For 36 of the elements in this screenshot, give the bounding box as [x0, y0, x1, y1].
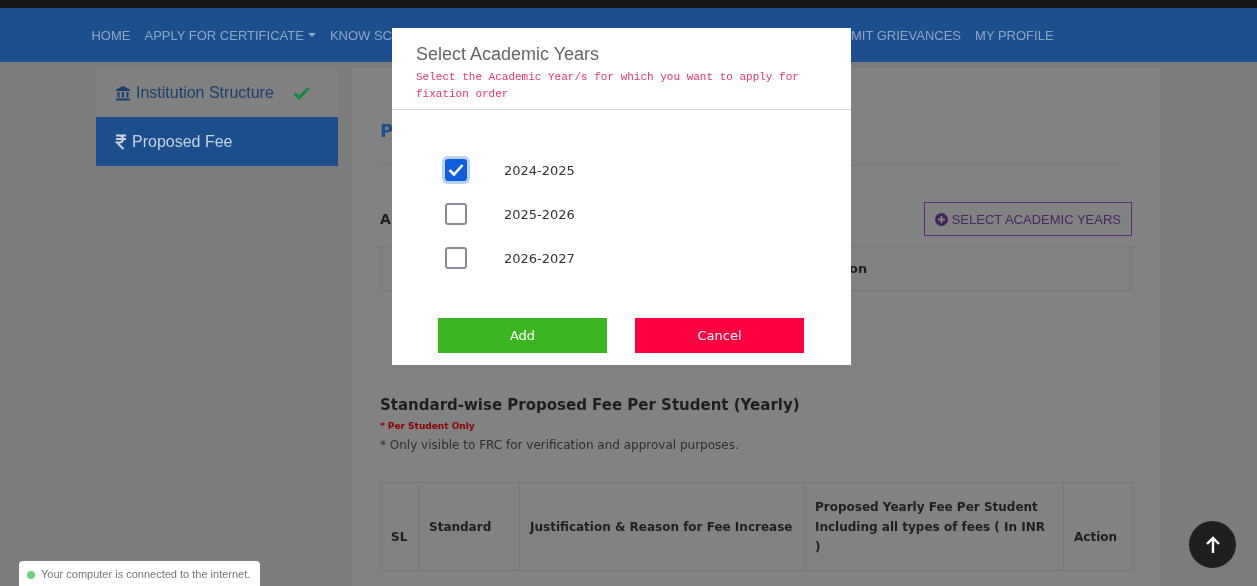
year-label: 2026-2027 [504, 250, 575, 266]
add-button[interactable]: Add [438, 318, 607, 353]
column-header: SL [380, 482, 419, 571]
sidebar-label: Institution Structure [136, 83, 274, 102]
modal-title: Select Academic Years [416, 44, 601, 65]
nav-link[interactable]: MIT GRIEVANCES [851, 27, 962, 43]
modal-subtitle: Select the Academic Year/s for which you want to apply for fixation order [416, 70, 800, 102]
section-label: A [380, 211, 391, 227]
nav-link[interactable]: KNOW SC [329, 27, 392, 43]
year-label: 2024-2025 [504, 162, 575, 178]
sidebar-label: Proposed Fee [132, 132, 233, 151]
nav-link[interactable]: MY PROFILE [975, 27, 1054, 43]
nav-link[interactable]: APPLY FOR CERTIFICATE [144, 27, 316, 43]
select-years-button[interactable]: SELECT ACADEMIC YEARS [923, 202, 1132, 236]
column-header: Action [1063, 482, 1133, 571]
cancel-button[interactable]: Cancel [635, 318, 804, 353]
column-header: Justification & Reason for Fee Increase [519, 482, 805, 571]
required-note: * Per Student Only [380, 421, 476, 431]
plus-circle-icon [934, 212, 948, 226]
bank-icon [115, 84, 131, 101]
checkbox[interactable] [445, 203, 467, 225]
toast-text: Your computer is connected to the internet. [41, 568, 251, 580]
rupee-icon [115, 133, 127, 150]
nav-link[interactable]: HOME [91, 27, 131, 43]
checkbox[interactable] [445, 159, 467, 181]
up-arrow-icon [1204, 535, 1221, 554]
column-header: Standard [418, 482, 520, 571]
section-title: Standard-wise Proposed Fee Per Student (Yearly) [380, 396, 801, 414]
year-label: 2025-2026 [504, 206, 575, 222]
note-text: * Only visible to FRC for verification and approval purposes. [380, 438, 740, 452]
sidebar-item[interactable]: Institution Structure [96, 68, 338, 117]
page-heading: P [380, 120, 395, 143]
column-header: Proposed Yearly Fee Per Student Including all types of fees ( In INR ) [804, 482, 1064, 571]
sidebar-item[interactable]: Proposed Fee [96, 117, 338, 166]
checkbox[interactable] [445, 247, 467, 269]
back-to-top-button[interactable] [1189, 521, 1236, 568]
